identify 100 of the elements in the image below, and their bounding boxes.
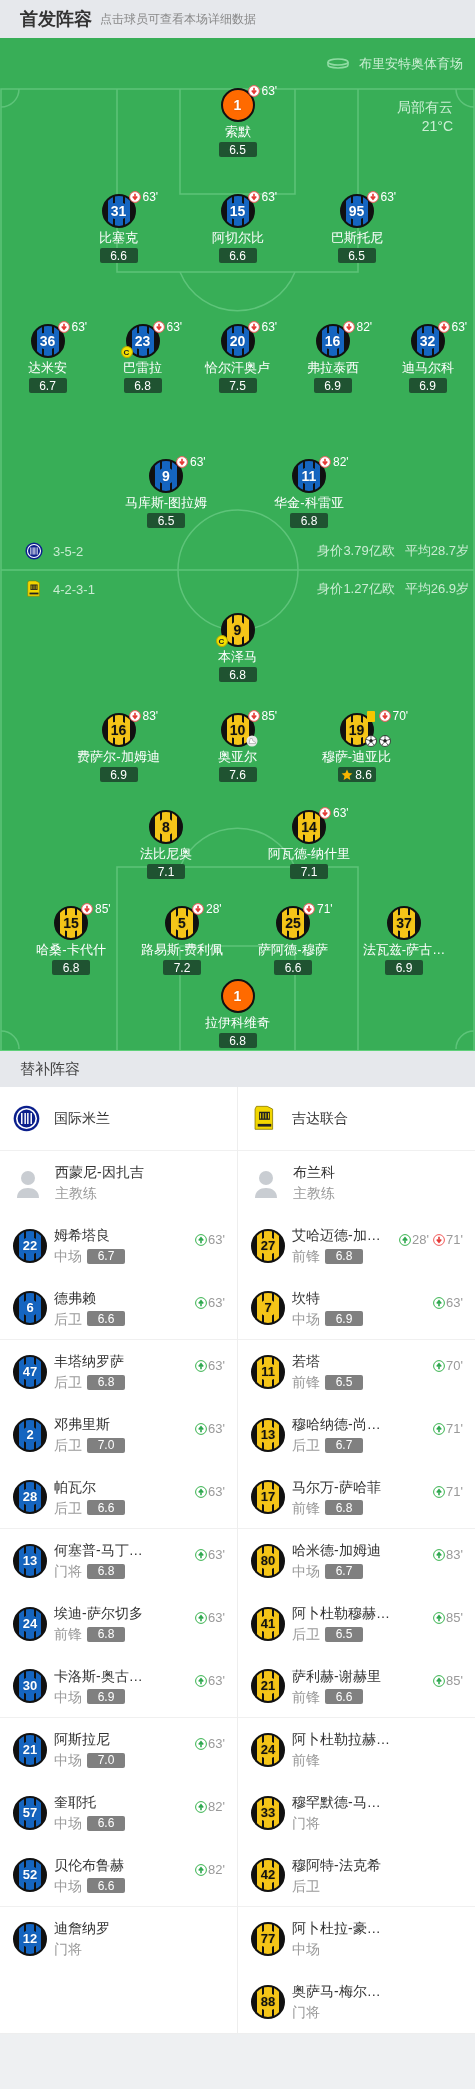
- substitution-minute: 83': [142, 710, 159, 722]
- substitution-on-icon: [195, 1611, 208, 1624]
- shirt-number[interactable]: 16: [315, 324, 350, 358]
- substitution-minute: 63': [208, 1610, 225, 1625]
- shirt-number[interactable]: 24: [13, 1606, 47, 1641]
- shirt-number[interactable]: 37: [387, 906, 421, 940]
- substitution-minute: 85': [95, 903, 111, 915]
- substitution-minute: 63': [142, 191, 159, 203]
- player-rating: 6.6: [87, 1500, 125, 1515]
- player-name: 邓弗里斯: [54, 1415, 111, 1433]
- shirt-number[interactable]: 22: [13, 1228, 47, 1263]
- shirt-number[interactable]: 20: [220, 324, 255, 358]
- shirt-number[interactable]: 11: [251, 1354, 285, 1389]
- shirt-number[interactable]: 5: [165, 906, 199, 940]
- substitution-on-icon: [433, 1611, 446, 1624]
- shirt-number[interactable]: 6: [13, 1291, 47, 1325]
- shirt-number[interactable]: 8: [149, 810, 183, 844]
- shirt-number[interactable]: 21: [13, 1732, 47, 1767]
- substitution-minute: 63': [208, 1232, 225, 1247]
- shirt-number[interactable]: 47: [13, 1354, 47, 1389]
- shirt-number[interactable]: 12: [13, 1921, 47, 1956]
- substitution-minute: 63': [261, 321, 278, 333]
- substitution-off-icon: [176, 456, 188, 468]
- substitution-off-icon: [342, 321, 355, 333]
- shirt-number[interactable]: 31: [101, 194, 136, 228]
- section-title: 首发阵容: [20, 8, 92, 31]
- shirt-number[interactable]: 95: [339, 194, 374, 228]
- substitution-minute: 63': [208, 1547, 225, 1562]
- substitution-minute: 63': [333, 807, 349, 819]
- section-title: 替补阵容: [20, 1059, 80, 1079]
- player-position: 中场: [292, 1562, 320, 1580]
- player-name: 卡洛斯-奥古…: [54, 1666, 143, 1685]
- shirt-number[interactable]: 77: [251, 1921, 285, 1956]
- player-position: 前锋: [54, 1625, 82, 1643]
- shirt-number[interactable]: 33: [251, 1795, 285, 1830]
- shirt-number[interactable]: 25: [276, 906, 310, 940]
- shirt-number[interactable]: 7: [251, 1291, 285, 1325]
- substitution-off-icon: [128, 191, 141, 203]
- substitution-minute: 83': [446, 1547, 463, 1562]
- shirt-number[interactable]: 15: [220, 194, 255, 228]
- shirt-number[interactable]: 16: [101, 713, 136, 747]
- player-name: 贝伦布鲁赫: [54, 1855, 125, 1874]
- player-name: 巴雷拉: [123, 359, 162, 377]
- coach-role: 主教练: [293, 1184, 335, 1202]
- substitution-off-icon: [57, 321, 70, 333]
- player-rating: 6.5: [218, 142, 257, 157]
- shirt-number[interactable]: 80: [251, 1543, 285, 1578]
- shirt-number[interactable]: 21: [251, 1669, 285, 1703]
- player-rating: 6.9: [408, 378, 447, 393]
- substitution-off-icon: [437, 321, 450, 333]
- player-rating: 6.6: [87, 1815, 125, 1831]
- player-rating: 6.8: [290, 513, 328, 528]
- shirt-number[interactable]: 17: [251, 1480, 285, 1514]
- shirt-number[interactable]: 14: [292, 810, 326, 844]
- coach-name: 布兰科: [293, 1163, 335, 1181]
- player-position: 中场: [54, 1876, 82, 1895]
- player-position: 前锋: [292, 1373, 320, 1391]
- shirt-number[interactable]: 88: [251, 1984, 285, 2019]
- shirt-number[interactable]: 13: [251, 1417, 285, 1452]
- shirt-number[interactable]: 41: [251, 1606, 285, 1641]
- shirt-number[interactable]: 10: [220, 713, 255, 747]
- player-name: 萨阿德-穆萨: [258, 941, 328, 959]
- shirt-number[interactable]: 32: [410, 324, 445, 358]
- substitution-off-icon: [303, 903, 315, 915]
- shirt-number[interactable]: 27: [251, 1228, 285, 1263]
- player-name: 法比尼奥: [140, 845, 192, 863]
- shirt-number[interactable]: 57: [13, 1795, 47, 1830]
- weather-text: 局部有云: [397, 98, 453, 117]
- shirt-number[interactable]: 52: [13, 1858, 47, 1892]
- substitution-minute: 71': [446, 1232, 463, 1247]
- shirt-number[interactable]: 13: [13, 1543, 47, 1578]
- player-position: 前锋: [292, 1247, 320, 1265]
- shirt-number[interactable]: 2: [13, 1417, 47, 1452]
- player-rating: 6.7: [87, 1248, 125, 1264]
- substitution-off-icon: [319, 807, 331, 819]
- shirt-number[interactable]: 11: [292, 459, 326, 493]
- team-value: 身价1.27亿欧: [317, 580, 395, 598]
- shirt-number[interactable]: 28: [13, 1480, 47, 1514]
- shirt-number[interactable]: 24: [251, 1732, 285, 1767]
- player-name: 本泽马: [218, 648, 257, 666]
- shirt-number[interactable]: 36: [30, 324, 65, 358]
- formation-text: 3-5-2: [53, 543, 84, 559]
- average-age: 平均26.9岁: [404, 580, 469, 598]
- substitution-on-icon: [433, 1296, 446, 1309]
- player-name: 奎耶托: [54, 1793, 97, 1811]
- substitution-on-icon: [433, 1359, 446, 1372]
- shirt-number[interactable]: 15: [54, 906, 88, 940]
- substitution-on-icon: [195, 1485, 208, 1498]
- shirt-number[interactable]: 9: [149, 459, 183, 493]
- shirt-number[interactable]: 30: [13, 1669, 47, 1703]
- substitution-minute: 82': [356, 321, 373, 333]
- shirt-number[interactable]: 42: [251, 1858, 285, 1892]
- substitution-off-icon: [81, 903, 93, 915]
- player-rating: 6.5: [337, 248, 376, 263]
- substitution-off-icon: [192, 903, 204, 915]
- player-rating: 7.0: [87, 1752, 125, 1768]
- player-rating: 6.8: [325, 1500, 363, 1515]
- substitution-off-icon: [152, 321, 165, 333]
- star-icon: [341, 768, 354, 781]
- player-rating: 6.9: [99, 767, 138, 782]
